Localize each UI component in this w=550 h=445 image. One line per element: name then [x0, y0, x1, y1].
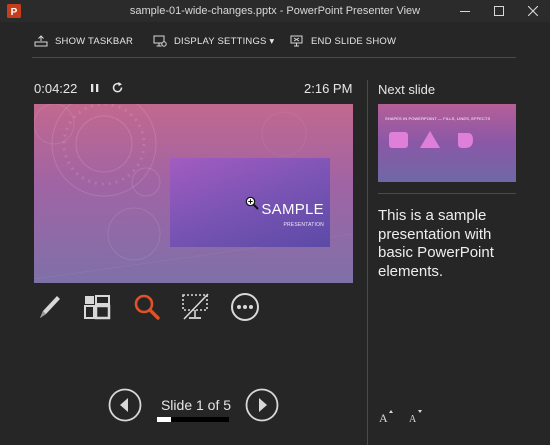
- more-options-icon: [231, 293, 259, 321]
- zoom-into-slide-button[interactable]: [130, 290, 164, 324]
- teardrop-shape: [458, 133, 473, 148]
- display-settings-label: DISPLAY SETTINGS ▾: [174, 35, 275, 47]
- pen-tool-button[interactable]: [32, 290, 66, 324]
- next-slide-thumbnail[interactable]: SHAPES IN POWERPOINT — FILLS, LINES, EFF…: [378, 104, 516, 182]
- close-icon: [528, 6, 538, 16]
- current-time: 2:16 PM: [304, 81, 353, 96]
- svg-text:A: A: [379, 411, 388, 424]
- next-arrow-icon: [245, 388, 279, 422]
- decrease-font-button[interactable]: A: [408, 408, 424, 425]
- slide-progress-fill: [157, 417, 172, 422]
- minimize-button[interactable]: [448, 0, 482, 22]
- end-slide-show-label: END SLIDE SHOW: [311, 35, 397, 47]
- black-screen-button[interactable]: [180, 290, 214, 324]
- pause-icon: [91, 84, 99, 92]
- show-taskbar-button[interactable]: SHOW TASKBAR: [34, 33, 133, 49]
- pen-icon: [40, 296, 60, 318]
- current-slide[interactable]: SAMPLE PRESENTATION: [34, 104, 353, 283]
- rounded-square-shape: [389, 132, 408, 148]
- elapsed-timer: 0:04:22: [34, 81, 78, 96]
- taskbar-icon: [34, 35, 48, 47]
- toolbar-divider: [32, 57, 516, 58]
- maximize-button[interactable]: [482, 0, 516, 22]
- maximize-icon: [494, 6, 504, 16]
- see-all-slides-button[interactable]: [80, 290, 114, 324]
- end-slide-show-button[interactable]: END SLIDE SHOW: [290, 33, 396, 49]
- next-slide-shapes: [389, 131, 473, 148]
- speaker-notes[interactable]: This is a sample presentation with basic…: [378, 207, 518, 281]
- display-settings-button[interactable]: DISPLAY SETTINGS ▾: [153, 33, 274, 49]
- previous-arrow-icon: [108, 388, 142, 422]
- slide-progress-bar: [157, 417, 229, 422]
- notes-divider: [378, 193, 516, 194]
- next-slide-button[interactable]: [245, 388, 279, 422]
- increase-font-icon: A: [379, 410, 393, 425]
- slide-title: SAMPLE: [261, 201, 324, 218]
- minimize-icon: [460, 11, 470, 12]
- zoom-cursor-icon: [245, 196, 259, 215]
- more-options-button[interactable]: [228, 290, 262, 324]
- decrease-font-icon: A: [409, 410, 422, 425]
- close-button[interactable]: [516, 0, 550, 22]
- restart-timer-button[interactable]: [111, 80, 125, 101]
- slide-title-box: SAMPLE PRESENTATION: [170, 158, 330, 247]
- zoom-icon: [134, 294, 160, 320]
- slide-counter[interactable]: Slide 1 of 5: [157, 397, 235, 413]
- svg-text:A: A: [409, 414, 417, 424]
- end-slide-show-icon: [290, 35, 303, 47]
- previous-slide-button[interactable]: [108, 388, 142, 422]
- pane-divider[interactable]: [367, 80, 368, 445]
- show-taskbar-label: SHOW TASKBAR: [55, 35, 134, 47]
- presenter-toolbar: SHOW TASKBAR DISPLAY SETTINGS ▾ END SLID…: [0, 22, 550, 58]
- display-settings-icon: [153, 35, 167, 47]
- restart-icon: [112, 82, 123, 93]
- triangle-shape: [420, 131, 440, 148]
- pause-timer-button[interactable]: [89, 80, 101, 101]
- slide-subtitle: PRESENTATION: [283, 222, 324, 228]
- next-slide-label: Next slide: [378, 82, 436, 97]
- increase-font-button[interactable]: A: [378, 408, 394, 425]
- black-screen-icon: [182, 293, 209, 320]
- slide-grid-icon: [84, 295, 111, 320]
- title-bar: P sample-01-wide-changes.pptx - PowerPoi…: [0, 0, 550, 22]
